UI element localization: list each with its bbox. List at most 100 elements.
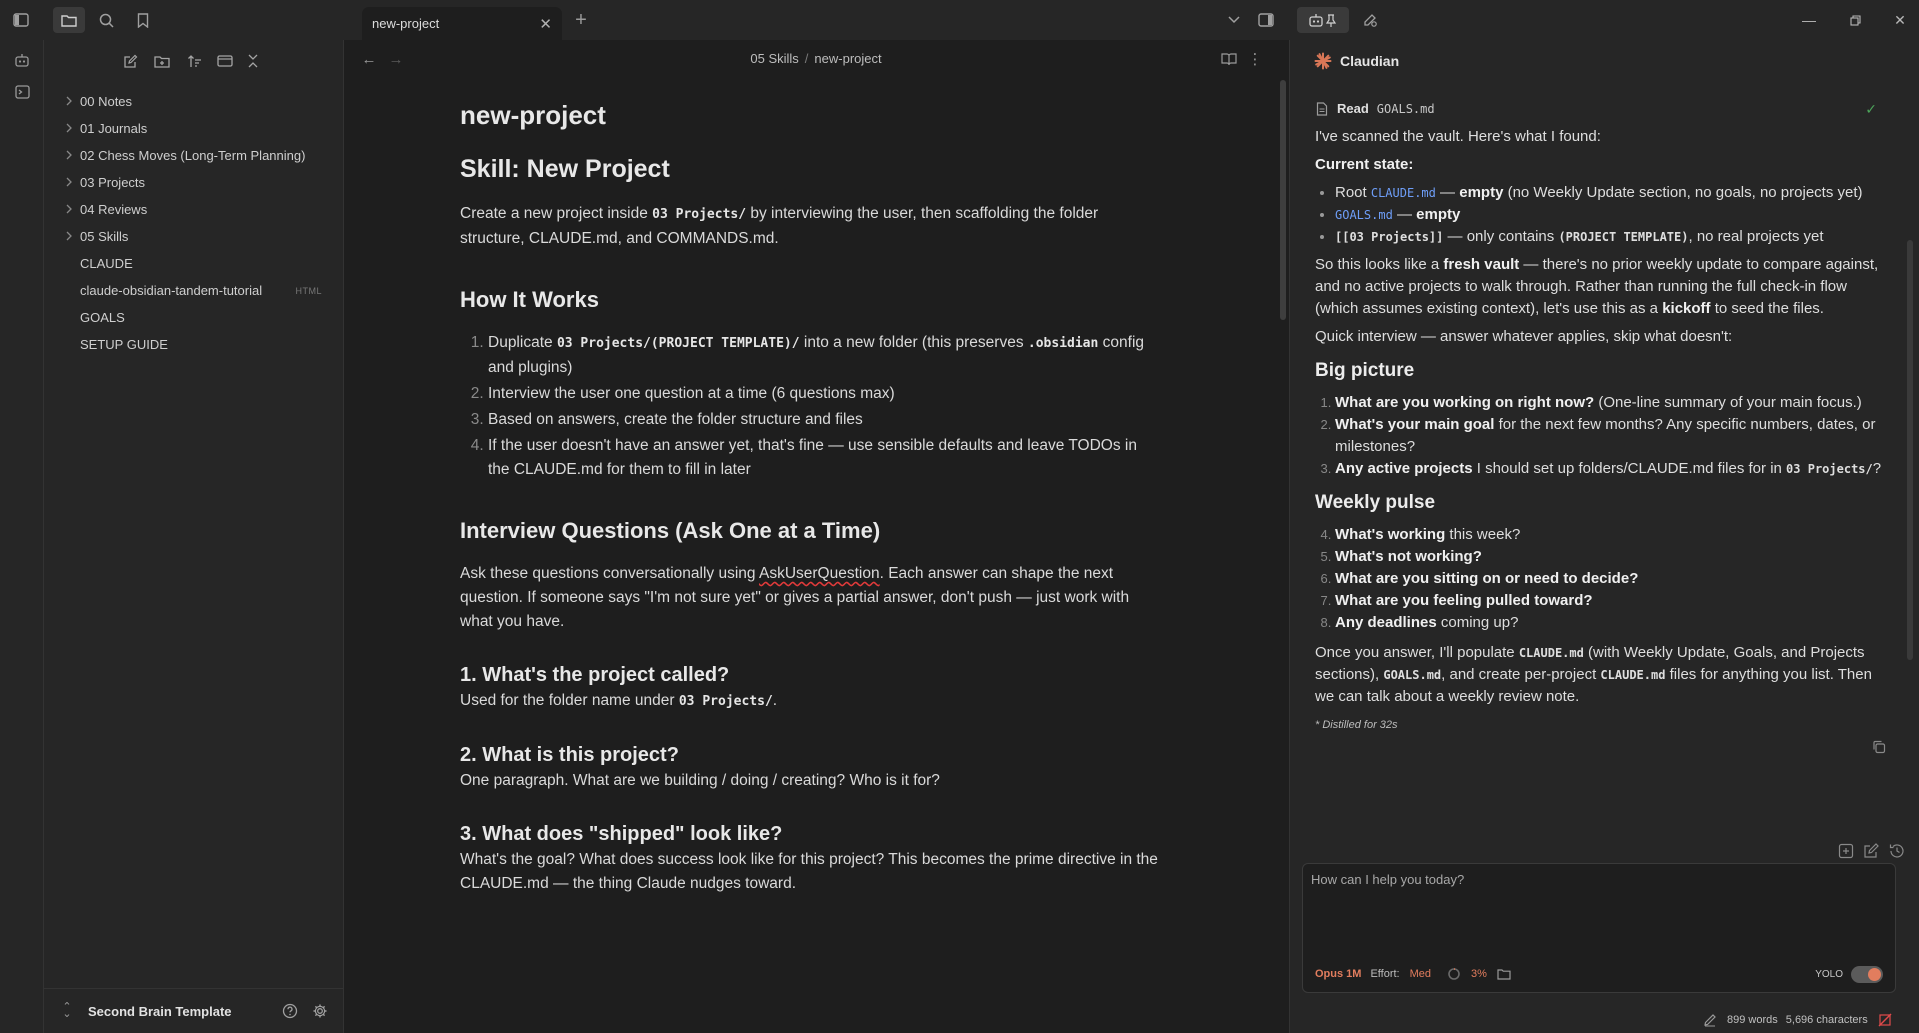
tree-item-label: 04 Reviews (80, 202, 148, 217)
breadcrumb-folder[interactable]: 05 Skills (750, 51, 798, 66)
effort-selector[interactable]: Med (1410, 968, 1431, 980)
new-note-icon[interactable] (120, 51, 140, 71)
vault-switcher[interactable]: ⌃ ⌄ Second Brain Template (44, 988, 344, 1033)
note-title[interactable]: new-project (460, 100, 1160, 131)
editor-header: ← → 05 Skills / new-project ⋮ (344, 40, 1288, 78)
claudian-panel: Claudian Read GOALS.md ✓ I've scanned th… (1289, 40, 1919, 1033)
edit-icon[interactable] (1862, 842, 1880, 860)
file-type-badge: HTML (295, 285, 322, 296)
tree-item-label: 05 Skills (80, 229, 129, 244)
file-goals[interactable]: GOALS (44, 304, 344, 331)
new-tab-icon[interactable]: + (571, 9, 591, 31)
ribbon (0, 40, 44, 1033)
toggle-left-sidebar-icon[interactable] (11, 10, 31, 30)
editor-pane: ← → 05 Skills / new-project ⋮ new-project … (344, 40, 1288, 1033)
input-footer: Opus 1M Effort: Med 3% YOLO (1315, 964, 1883, 984)
file-setup-guide[interactable]: SETUP GUIDE (44, 331, 344, 358)
more-options-icon[interactable]: ⋮ (1246, 50, 1264, 68)
new-folder-icon[interactable] (152, 51, 172, 71)
character-count: 5,696 characters (1785, 1014, 1868, 1026)
file-claude[interactable]: CLAUDE (44, 250, 344, 277)
explorer-toolbar (44, 48, 344, 74)
tree-item-label: 01 Journals (80, 121, 148, 136)
chat-scrollbar[interactable] (1907, 240, 1913, 660)
tab-label: new-project (372, 16, 440, 31)
distilled-note: * Distilled for 32s (1315, 719, 1398, 731)
file-claude-obsidian-tandem-tutorial[interactable]: claude-obsidian-tandem-tutorial HTML (44, 277, 344, 304)
tree-item-label: 03 Projects (80, 175, 146, 190)
claudian-ribbon-icon[interactable] (12, 50, 32, 70)
model-selector[interactable]: Opus 1M (1315, 968, 1361, 980)
context-usage-icon (1448, 968, 1460, 980)
tree-item-label: claude-obsidian-tandem-tutorial (80, 283, 263, 298)
chevron-right-icon (66, 231, 72, 241)
claudian-tab-icon[interactable] (1297, 7, 1349, 33)
editor-scrollbar[interactable] (1280, 80, 1286, 320)
toggle-right-sidebar-icon[interactable] (1256, 10, 1276, 30)
list-item: What's not working? (1335, 546, 1885, 568)
breadcrumb-separator: / (804, 51, 809, 66)
bookmark-icon[interactable] (133, 10, 153, 30)
folder-00-notes[interactable]: 00 Notes (44, 88, 344, 115)
minimize-icon[interactable]: — (1797, 10, 1821, 30)
folder-02-chess-moves[interactable]: 02 Chess Moves (Long-Term Planning) (44, 142, 344, 169)
close-tab-icon[interactable]: ✕ (539, 15, 552, 33)
tree-item-label: SETUP GUIDE (80, 337, 168, 352)
chat-input[interactable] (1311, 872, 1887, 942)
tree-item-label: 00 Notes (80, 94, 133, 109)
q3-text: What's the goal? What does success look … (460, 851, 1158, 892)
chat-paragraph: Quick interview — answer whatever applie… (1315, 328, 1733, 345)
chevron-down-icon[interactable] (1224, 10, 1244, 30)
folder-03-projects[interactable]: 03 Projects (44, 169, 344, 196)
search-icon[interactable] (96, 10, 116, 30)
context-percentage: 3% (1471, 968, 1487, 980)
settings-gear-icon[interactable] (310, 1001, 330, 1021)
files-icon[interactable] (53, 7, 85, 33)
yolo-toggle[interactable] (1851, 965, 1883, 983)
list-item: Based on answers, create the folder stru… (488, 408, 1160, 432)
file-link: CLAUDE.md (1370, 186, 1436, 200)
state-list: Root CLAUDE.md — empty (no Weekly Update… (1315, 182, 1885, 248)
list-item: GOALS.md — empty (1335, 204, 1885, 226)
edit-sparkle-icon[interactable] (1360, 10, 1380, 30)
folder-icon[interactable] (1497, 967, 1511, 981)
folder-01-journals[interactable]: 01 Journals (44, 115, 344, 142)
file-icon (1316, 102, 1328, 116)
copy-icon[interactable] (1872, 740, 1886, 754)
weekly-pulse-list: What's working this week? What's not wor… (1315, 524, 1885, 634)
list-item: Any deadlines coming up? (1335, 612, 1885, 634)
chevron-right-icon (66, 204, 72, 214)
breadcrumb-file: new-project (814, 51, 882, 66)
chevron-up-down-icon: ⌃ ⌄ (62, 1001, 72, 1020)
how-it-works-list: Duplicate 03 Projects/(PROJECT TEMPLATE)… (460, 331, 1160, 482)
history-icon[interactable] (1888, 842, 1906, 860)
chat-paragraph: Once you answer, I'll populate CLAUDE.md… (1315, 644, 1872, 705)
chat-messages: Read GOALS.md ✓ I've scanned the vault. … (1315, 98, 1885, 736)
heading-weekly-pulse: Weekly pulse (1315, 492, 1436, 513)
reading-view-icon[interactable] (1220, 50, 1238, 68)
tool-call-read[interactable]: Read GOALS.md ✓ (1315, 98, 1885, 120)
word-count: 899 words (1727, 1014, 1778, 1026)
list-item: What are you feeling pulled toward? (1335, 590, 1885, 612)
claudian-header: Claudian (1314, 52, 1399, 70)
collapse-all-icon[interactable] (243, 51, 263, 71)
pen-icon[interactable] (1703, 1013, 1717, 1027)
restore-icon[interactable] (1843, 10, 1867, 30)
folder-04-reviews[interactable]: 04 Reviews (44, 196, 344, 223)
tab-new-project[interactable]: new-project ✕ (362, 7, 562, 40)
folder-05-skills[interactable]: 05 Skills (44, 223, 344, 250)
chat-input-container: Opus 1M Effort: Med 3% YOLO (1302, 863, 1896, 993)
sort-icon[interactable] (184, 51, 204, 71)
chat-paragraph: So this looks like a fresh vault — there… (1315, 256, 1879, 317)
sync-disabled-icon[interactable] (1878, 1013, 1892, 1027)
terminal-icon[interactable] (12, 82, 32, 102)
close-window-icon[interactable]: ✕ (1888, 10, 1912, 30)
new-chat-icon[interactable] (1837, 842, 1855, 860)
help-icon[interactable] (280, 1001, 300, 1021)
spellcheck-word: AskUserQuestion (758, 565, 880, 582)
claudian-title: Claudian (1340, 53, 1400, 69)
file-tree: 00 Notes 01 Journals 02 Chess Moves (Lon… (44, 88, 344, 358)
claude-logo-icon (1314, 52, 1332, 70)
heading-q1: 1. What's the project called? (460, 664, 730, 686)
auto-reveal-icon[interactable] (215, 51, 235, 71)
